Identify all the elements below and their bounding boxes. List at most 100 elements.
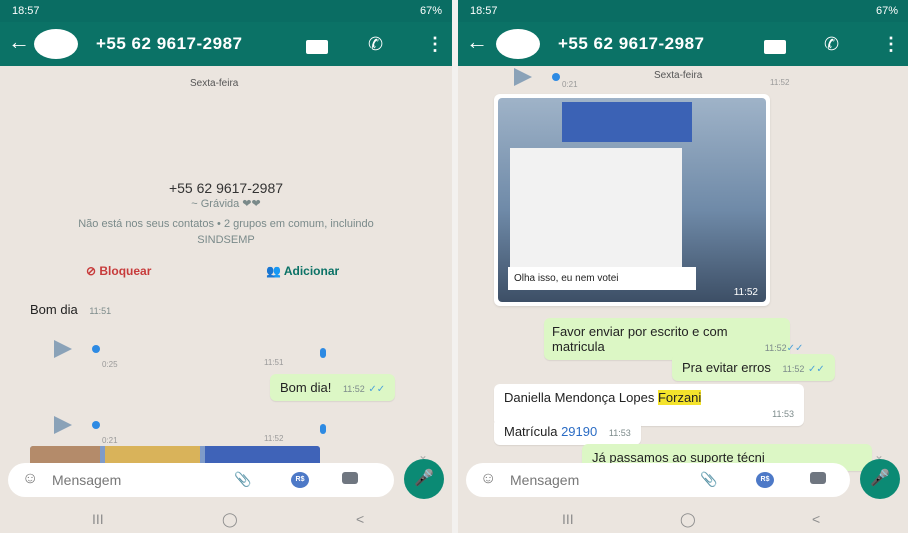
message-input-bar[interactable]: ☺ Mensagem 📎 R$ <box>466 463 850 497</box>
voice-message[interactable]: 0:21 11:52 <box>54 412 334 445</box>
mic-icon: 🎤 <box>414 470 434 487</box>
message-time: 11:51 <box>89 306 112 316</box>
avatar[interactable] <box>496 29 540 59</box>
chat-header: ← +55 62 9617-2987 ✆ ⋮ <box>0 22 452 66</box>
message-time: 11:52 <box>342 384 365 394</box>
block-icon: ⊘ <box>86 264 100 278</box>
voice-duration: 0:21 <box>562 80 578 89</box>
battery-level: 67% <box>419 5 442 17</box>
contact-title[interactable]: +55 62 9617-2987 <box>558 34 705 54</box>
voice-time: 11:52 <box>770 78 790 87</box>
back-button[interactable]: < <box>356 511 364 527</box>
message-text-line1: Favor enviar por escrito e com <box>552 324 728 339</box>
play-icon[interactable] <box>54 416 72 434</box>
block-label: Bloquear <box>99 264 152 278</box>
voice-time: 11:51 <box>264 358 284 367</box>
home-button[interactable]: ◯ <box>680 511 696 528</box>
contact-title[interactable]: +55 62 9617-2987 <box>96 34 243 54</box>
message-time: 11:52 <box>733 287 758 298</box>
status-bar: 18:57 67% <box>0 0 452 22</box>
arrow-left-icon[interactable]: ← <box>8 30 30 54</box>
profile-phone: +55 62 9617-2987 <box>168 180 284 196</box>
emoji-icon[interactable]: ☺ <box>480 470 496 488</box>
message-input[interactable]: Mensagem <box>510 472 579 488</box>
recent-apps-button[interactable]: III <box>562 511 574 527</box>
voice-message[interactable]: 0:25 11:51 <box>54 336 334 369</box>
video-icon[interactable] <box>306 40 328 54</box>
phone-icon[interactable]: ✆ <box>368 34 383 55</box>
message-text-line2: matricula <box>552 339 605 354</box>
mic-icon <box>320 424 326 434</box>
message-outgoing[interactable]: Bom dia! 11:52 ✓✓ <box>270 374 396 401</box>
payment-icon[interactable]: R$ <box>291 472 309 488</box>
battery-level: 67% <box>875 5 898 17</box>
system-navbar: III ◯ < <box>0 503 452 533</box>
voice-time: 11:52 <box>264 434 284 443</box>
status-time: 18:57 <box>470 5 498 17</box>
camera-icon[interactable] <box>810 472 826 484</box>
mic-icon <box>320 348 326 358</box>
add-contact-button[interactable]: 👥 Adicionar <box>266 264 339 278</box>
video-icon[interactable] <box>764 40 786 54</box>
status-time: 18:57 <box>12 5 40 17</box>
message-incoming[interactable]: Bom dia 11:51 <box>30 302 111 317</box>
registration-number: 29190 <box>561 424 598 439</box>
arrow-left-icon[interactable]: ← <box>466 30 488 54</box>
attach-icon[interactable]: 📎 <box>234 471 251 488</box>
play-icon[interactable] <box>54 340 72 358</box>
image-message[interactable]: Olha isso, eu nem votei 11:52 <box>494 94 770 306</box>
system-navbar: III ◯ < <box>458 503 908 533</box>
chat-area: 0:21 11:52 Sexta-feira Olha isso, eu nem… <box>458 66 908 485</box>
voice-duration: 0:25 <box>102 360 118 369</box>
double-check-icon: ✓✓ <box>807 364 825 375</box>
message-time: 11:52 <box>764 343 787 353</box>
payment-icon[interactable]: R$ <box>756 472 774 488</box>
message-input-bar[interactable]: ☺ Mensagem 📎 R$ <box>8 463 394 497</box>
add-person-icon: 👥 <box>266 264 284 278</box>
add-label: Adicionar <box>283 264 340 278</box>
phone-icon[interactable]: ✆ <box>824 34 839 55</box>
progress-dot[interactable] <box>552 73 560 81</box>
chat-header: ← +55 62 9617-2987 ✆ ⋮ <box>458 22 908 66</box>
more-vert-icon[interactable]: ⋮ <box>426 34 444 55</box>
message-time: 11:53 <box>772 409 794 419</box>
day-label: Sexta-feira <box>654 70 703 81</box>
message-text: Bom dia <box>30 302 78 317</box>
mic-icon: 🎤 <box>870 470 890 487</box>
image-caption: Olha isso, eu nem votei <box>508 267 696 290</box>
progress-dot[interactable] <box>92 345 100 353</box>
emoji-icon[interactable]: ☺ <box>22 470 38 488</box>
double-check-icon: ✓✓ <box>368 384 386 395</box>
block-button[interactable]: ⊘ Bloquear <box>86 264 151 278</box>
avatar[interactable] <box>34 29 78 59</box>
message-time: 11:52 <box>782 364 805 374</box>
profile-info: Não está nos seus contatos • 2 grupos em… <box>78 218 374 246</box>
screenshot-preview <box>562 102 692 142</box>
right-screenshot: 18:57 67% ← +55 62 9617-2987 ✆ ⋮ 0:21 11… <box>458 0 908 533</box>
message-outgoing[interactable]: Pra evitar erros 11:52 ✓✓ <box>672 354 835 381</box>
message-text: Pra evitar erros <box>682 360 771 375</box>
mic-button[interactable]: 🎤 <box>404 459 444 499</box>
message-text: Daniella Mendonça Lopes <box>504 390 658 405</box>
progress-dot[interactable] <box>92 421 100 429</box>
highlighted-text: Forzani <box>657 390 702 405</box>
play-icon[interactable] <box>514 68 532 86</box>
message-input[interactable]: Mensagem <box>52 472 121 488</box>
day-label: Sexta-feira <box>190 78 239 89</box>
home-button[interactable]: ◯ <box>222 511 238 528</box>
voice-duration: 0:21 <box>102 436 118 445</box>
status-bar: 18:57 67% <box>458 0 908 22</box>
message-text: Matrícula <box>504 424 562 439</box>
message-time: 11:53 <box>608 428 631 438</box>
profile-nickname: ~ Grávida ❤❤ <box>191 198 261 210</box>
double-check-icon: ✓✓ <box>786 343 804 354</box>
mic-button[interactable]: 🎤 <box>860 459 900 499</box>
back-button[interactable]: < <box>812 511 820 527</box>
message-incoming[interactable]: Matrícula 29190 11:53 <box>494 418 641 445</box>
left-screenshot: 18:57 67% ← +55 62 9617-2987 ✆ ⋮ Sexta-f… <box>0 0 452 533</box>
camera-icon[interactable] <box>342 472 358 484</box>
recent-apps-button[interactable]: III <box>92 511 104 527</box>
chat-area: Sexta-feira +55 62 9617-2987 ~ Grávida ❤… <box>0 66 452 485</box>
attach-icon[interactable]: 📎 <box>700 471 717 488</box>
more-vert-icon[interactable]: ⋮ <box>882 34 900 55</box>
